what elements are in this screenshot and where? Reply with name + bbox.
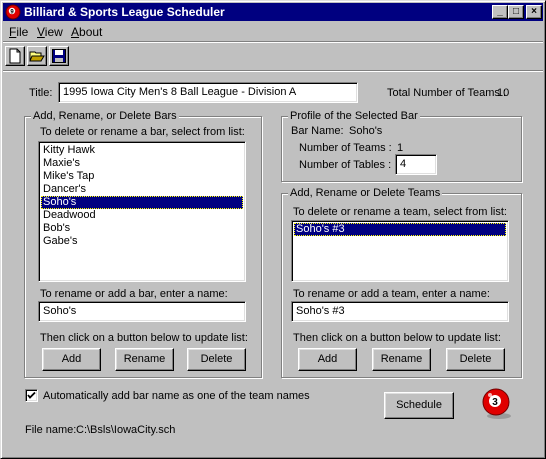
teams-list[interactable]: Soho's #3: [291, 220, 509, 282]
bars-list-item[interactable]: Maxie's: [41, 157, 243, 170]
rename-team-button[interactable]: Rename: [372, 348, 431, 371]
number-of-tables-input[interactable]: 4: [395, 154, 437, 175]
billiard-ball-logo: 3: [482, 388, 511, 419]
menu-about-label: bout: [79, 25, 103, 39]
bars-list-item[interactable]: Dancer's: [41, 183, 243, 196]
auto-add-checkbox[interactable]: [25, 389, 38, 402]
open-folder-icon: [29, 51, 45, 62]
new-button[interactable]: [5, 46, 25, 66]
teams-group-title: Add, Rename or Delete Teams: [288, 187, 443, 199]
delete-bar-button[interactable]: Delete: [187, 348, 246, 371]
team-name-prompt: To rename or add a team, enter a name:: [293, 288, 490, 300]
rename-bar-button[interactable]: Rename: [115, 348, 174, 371]
ball-highlight: [488, 393, 492, 397]
teams-update-prompt: Then click on a button below to update l…: [293, 332, 501, 344]
teams-list-prompt: To delete or rename a team, select from …: [293, 206, 507, 218]
close-icon: ×: [531, 6, 537, 17]
toolbar: [3, 41, 543, 71]
schedule-button[interactable]: Schedule: [384, 392, 454, 419]
bar-name-value: Soho's: [349, 125, 383, 137]
save-button[interactable]: [49, 46, 69, 66]
file-name-label: File name:: [25, 424, 77, 436]
bars-list-prompt: To delete or rename a bar, select from l…: [40, 126, 245, 138]
bars-list-item[interactable]: Mike's Tap: [41, 170, 243, 183]
menu-view-label: iew: [44, 25, 63, 39]
open-button[interactable]: [27, 46, 47, 66]
delete-team-button[interactable]: Delete: [446, 348, 505, 371]
minimize-icon: _: [497, 6, 503, 17]
number-of-tables-label: Number of Tables :: [299, 159, 392, 171]
bar-name-label: Bar Name:: [291, 125, 344, 137]
bars-group-title: Add, Rename, or Delete Bars: [31, 110, 179, 122]
ball-number: 3: [492, 397, 498, 408]
title-label: Title:: [29, 87, 53, 99]
number-of-teams-label: Number of Teams :: [299, 142, 392, 154]
maximize-button[interactable]: □: [508, 5, 524, 19]
bars-list-item[interactable]: Gabe's: [41, 235, 243, 248]
teams-list-item[interactable]: Soho's #3: [294, 223, 506, 236]
maximize-icon: □: [512, 6, 520, 17]
bar-name-input[interactable]: Soho's: [38, 301, 246, 322]
minimize-button[interactable]: _: [492, 5, 508, 19]
menu-file-label: ile: [16, 25, 29, 39]
league-title-input[interactable]: 1995 Iowa City Men's 8 Ball League - Div…: [58, 82, 358, 103]
menu-view-mnemonic: V: [37, 25, 45, 39]
checkmark-icon: [27, 391, 36, 399]
bars-list-item[interactable]: Deadwood: [41, 209, 243, 222]
total-teams-value: 10: [497, 87, 510, 99]
bars-list-item[interactable]: Bob's: [41, 222, 243, 235]
menu-view[interactable]: View: [37, 25, 63, 39]
menu-file[interactable]: File: [9, 25, 28, 39]
team-name-input[interactable]: Soho's #3: [291, 301, 509, 322]
total-teams-label: Total Number of Teams :: [387, 87, 507, 99]
number-of-teams-value: 1: [397, 142, 404, 154]
menu-bar: File View About: [3, 22, 543, 41]
auto-add-label[interactable]: Automatically add bar name as one of the…: [43, 390, 310, 402]
app-window: 9 Billiard & Sports League Scheduler _ □…: [0, 0, 546, 459]
save-disk-icon: [52, 49, 66, 63]
close-button[interactable]: ×: [526, 5, 542, 19]
add-bar-button[interactable]: Add: [42, 348, 101, 371]
billiard-ball-icon: 9: [5, 4, 21, 20]
bars-list-item[interactable]: Soho's: [41, 196, 243, 209]
bars-update-prompt: Then click on a button below to update l…: [40, 332, 248, 344]
title-bar[interactable]: 9 Billiard & Sports League Scheduler _ □…: [3, 3, 543, 21]
window-title: Billiard & Sports League Scheduler: [24, 5, 225, 19]
menu-about[interactable]: About: [71, 25, 102, 39]
menu-about-mnemonic: A: [71, 25, 80, 39]
bars-list-item[interactable]: Kitty Hawk: [41, 144, 243, 157]
bars-list[interactable]: Kitty Hawk Maxie's Mike's Tap Dancer's Soho'…: [38, 141, 246, 282]
new-file-icon: [9, 48, 21, 64]
add-team-button[interactable]: Add: [298, 348, 357, 371]
bar-name-prompt: To rename or add a bar, enter a name:: [40, 288, 228, 300]
file-name-value: C:\Bsls\IowaCity.sch: [76, 424, 176, 436]
profile-group-title: Profile of the Selected Bar: [288, 110, 420, 122]
